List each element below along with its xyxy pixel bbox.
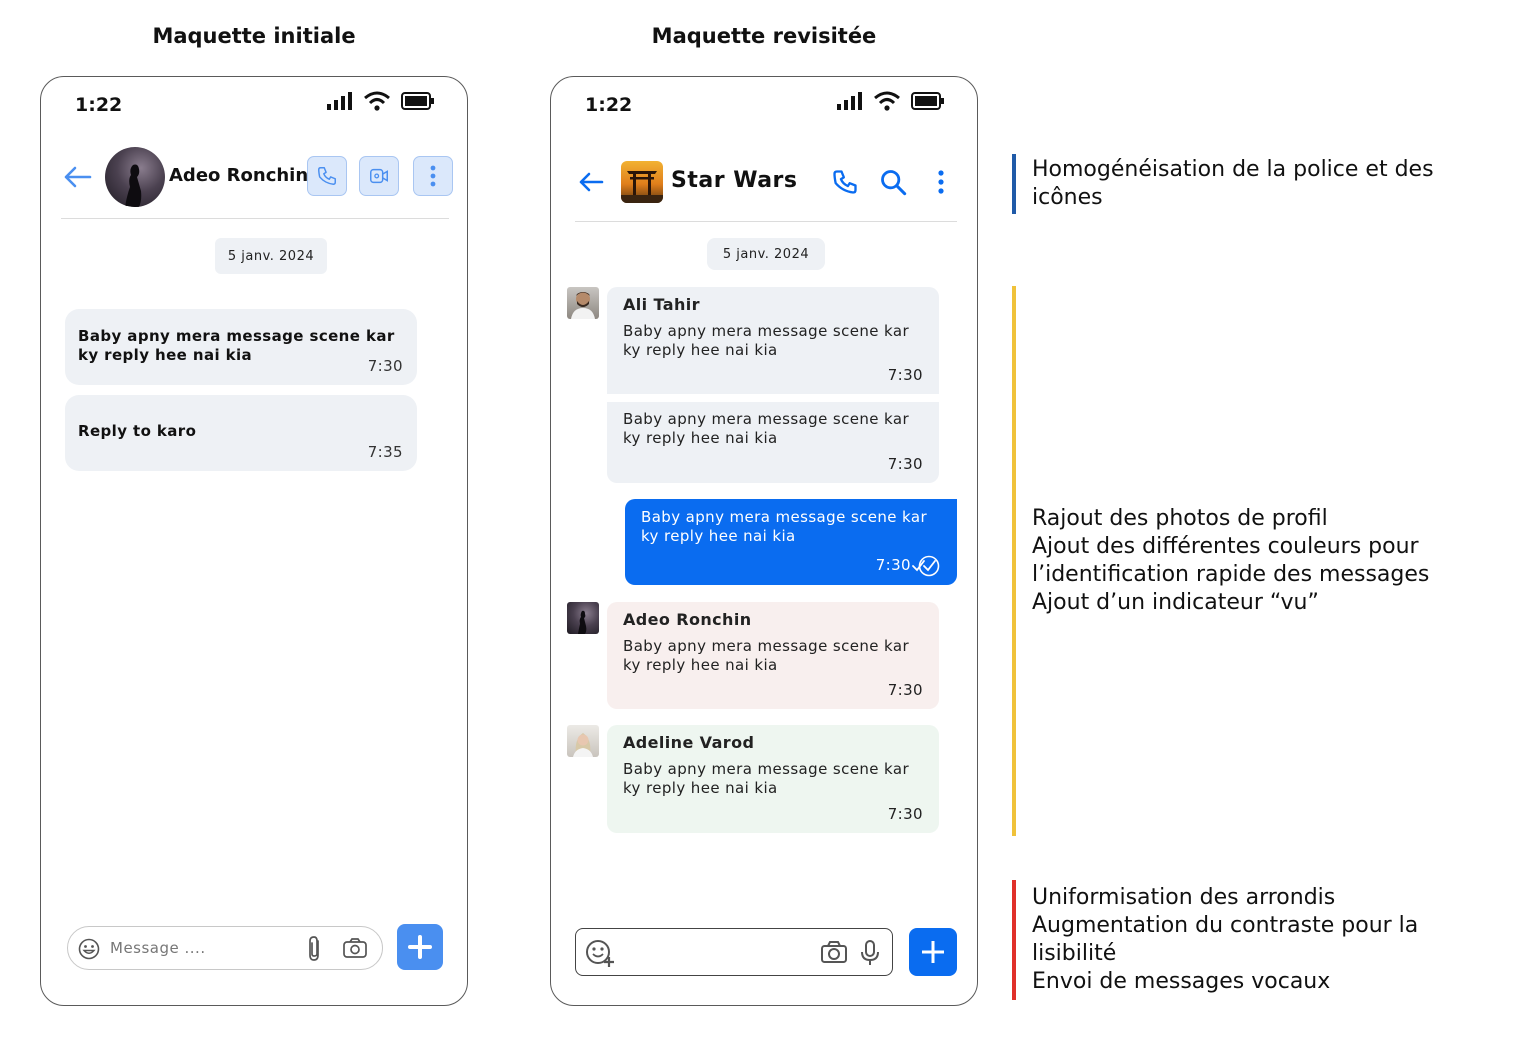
back-arrow-icon[interactable] <box>575 167 607 197</box>
phone-icon <box>833 170 857 194</box>
back-arrow-icon[interactable] <box>61 161 93 193</box>
sticker-icon[interactable] <box>585 939 615 967</box>
sender-name: Ali Tahir <box>623 295 700 314</box>
phone-initial: 1:22 Adeo Ronchin 5 janv. 2024 Baby apny… <box>40 76 468 1006</box>
column-title-initial: Maquette initiale <box>152 24 356 48</box>
message-time: 7:35 <box>367 443 403 461</box>
date-separator: 5 janv. 2024 <box>215 238 327 274</box>
group-avatar[interactable] <box>621 161 663 203</box>
header-divider <box>61 218 449 219</box>
message-time: 7:30 <box>887 805 923 823</box>
message-input-placeholder: Message .... <box>110 939 206 957</box>
message-bubble[interactable]: Reply to karo 7:35 <box>65 395 417 471</box>
message-bubble[interactable]: Baby apny mera message scene kar ky repl… <box>607 402 939 483</box>
more-options-button[interactable] <box>925 166 957 198</box>
message-bubble[interactable]: Adeline Varod Baby apny mera message sce… <box>607 725 939 833</box>
microphone-icon[interactable] <box>860 939 880 967</box>
header-divider <box>575 221 957 222</box>
message-time: 7:30 <box>367 357 403 375</box>
avatar-adeo-ronchin[interactable] <box>567 602 599 634</box>
plus-icon <box>408 935 432 959</box>
wifi-icon <box>364 91 390 111</box>
message-text: Baby apny mera message scene kar ky repl… <box>623 637 910 674</box>
call-button[interactable] <box>829 166 861 198</box>
wifi-icon <box>874 91 900 111</box>
status-time: 1:22 <box>585 94 633 116</box>
message-text: Baby apny mera message scene kar ky repl… <box>78 327 395 364</box>
add-button[interactable] <box>909 928 957 976</box>
emoji-icon[interactable] <box>78 938 100 960</box>
message-text: Baby apny mera message scene kar ky repl… <box>623 760 910 797</box>
signal-icon <box>837 92 862 110</box>
message-text: Baby apny mera message scene kar ky repl… <box>623 322 910 359</box>
message-text: Reply to karo <box>78 422 197 440</box>
status-icons <box>837 91 945 111</box>
message-text: Baby apny mera message scene kar ky repl… <box>641 508 928 545</box>
camera-icon[interactable] <box>820 940 848 964</box>
signal-icon <box>327 92 352 110</box>
search-icon <box>881 170 907 196</box>
read-receipt-icon <box>912 555 940 577</box>
message-text: Baby apny mera message scene kar ky repl… <box>623 410 910 447</box>
more-vertical-icon <box>938 170 944 194</box>
plus-icon <box>922 941 944 963</box>
more-options-button[interactable] <box>413 156 453 196</box>
message-time: 7:30 <box>887 681 923 699</box>
call-button[interactable] <box>307 156 347 196</box>
date-separator: 5 janv. 2024 <box>707 238 825 270</box>
search-button[interactable] <box>877 166 909 198</box>
message-time: 7:30 <box>875 556 911 574</box>
avatar-adeline-varod[interactable] <box>567 725 599 757</box>
status-time: 1:22 <box>75 94 123 116</box>
sender-name: Adeline Varod <box>623 733 755 752</box>
note-rounding-contrast: Uniformisation des arrondis Augmentation… <box>1032 885 1419 994</box>
note-fonts-icons: Homogénéisation de la police et des icôn… <box>1032 157 1434 210</box>
message-time: 7:30 <box>887 455 923 473</box>
message-input-box[interactable]: Message .... <box>67 926 383 970</box>
note-bar-blue <box>1012 154 1016 214</box>
video-icon <box>370 168 388 184</box>
message-time: 7:30 <box>887 366 923 384</box>
status-icons <box>327 91 435 111</box>
video-call-button[interactable] <box>359 156 399 196</box>
note-profile-colors: Rajout des photos de profil Ajout des di… <box>1032 506 1430 615</box>
phone-revisited: 1:22 Star Wars 5 janv. 2024 Ali Tahir Ba… <box>550 76 978 1006</box>
more-vertical-icon <box>430 165 436 187</box>
message-input-box[interactable] <box>575 928 893 976</box>
note-bar-yellow <box>1012 286 1016 836</box>
own-message-bubble[interactable]: Baby apny mera message scene kar ky repl… <box>625 499 957 585</box>
column-title-revisited: Maquette revisitée <box>651 24 877 48</box>
phone-icon <box>318 167 336 185</box>
battery-icon <box>911 92 944 110</box>
attachment-icon[interactable] <box>306 935 324 963</box>
sender-name: Adeo Ronchin <box>623 610 752 629</box>
battery-icon <box>401 92 434 110</box>
message-bubble[interactable]: Adeo Ronchin Baby apny mera message scen… <box>607 602 939 709</box>
avatar-ali-tahir[interactable] <box>567 287 599 319</box>
message-bubble[interactable]: Ali Tahir Baby apny mera message scene k… <box>607 287 939 394</box>
contact-avatar[interactable] <box>105 147 165 207</box>
note-bar-red <box>1012 880 1016 1000</box>
message-bubble[interactable]: Baby apny mera message scene kar ky repl… <box>65 309 417 385</box>
contact-name: Adeo Ronchin <box>169 165 309 186</box>
add-button[interactable] <box>397 924 443 970</box>
group-name: Star Wars <box>671 168 798 193</box>
camera-icon[interactable] <box>342 937 368 959</box>
